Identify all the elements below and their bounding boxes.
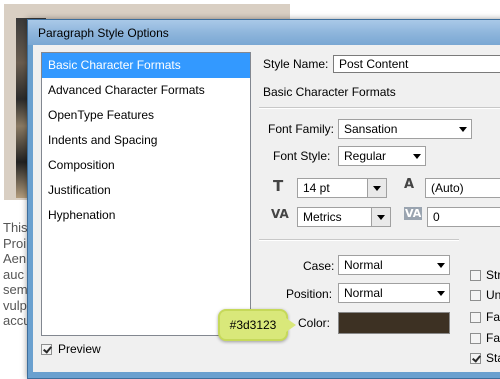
chevron-down-icon	[459, 127, 467, 132]
kerning-icon: VA	[271, 207, 289, 221]
color-callout: #3d3123	[218, 309, 288, 341]
option-checkbox[interactable]	[470, 289, 481, 301]
kerning-dropdown-button[interactable]	[371, 208, 390, 226]
font-family-value: Sansation	[344, 122, 398, 136]
category-hyphenation[interactable]: Hyphenation	[42, 203, 250, 228]
category-opentype-features[interactable]: OpenType Features	[42, 103, 250, 128]
color-swatch[interactable]	[338, 312, 450, 334]
kerning-value: Metrics	[303, 210, 342, 224]
style-name-input[interactable]: Post Content	[333, 55, 500, 73]
font-style-select[interactable]: Regular	[338, 146, 426, 166]
option-label: Sta	[486, 351, 500, 365]
option-checkbox[interactable]	[470, 352, 481, 364]
section-divider	[259, 107, 500, 109]
position-select[interactable]: Normal	[338, 283, 450, 303]
case-value: Normal	[344, 258, 383, 272]
checkbox-option-5[interactable]: Sta	[465, 351, 500, 365]
font-size-dropdown-button[interactable]	[367, 179, 386, 197]
dialog-title: Paragraph Style Options	[38, 26, 169, 40]
tracking-combo[interactable]: 0	[427, 207, 500, 227]
checkbox-option-2[interactable]: Unc	[465, 288, 500, 302]
checkbox-option-1[interactable]: Stri	[465, 268, 500, 282]
preview-label: Preview	[58, 342, 101, 356]
category-list: Basic Character Formats Advanced Charact…	[41, 52, 251, 336]
font-style-value: Regular	[344, 149, 387, 163]
option-checkbox[interactable]	[470, 269, 481, 281]
position-value: Normal	[344, 286, 383, 300]
chevron-down-icon	[437, 291, 445, 296]
option-label: Unc	[486, 288, 500, 302]
category-justification[interactable]: Justification	[42, 178, 250, 203]
font-size-combo[interactable]: 14 pt	[297, 178, 387, 198]
chevron-down-icon	[377, 215, 385, 220]
section-title: Basic Character Formats	[263, 85, 396, 99]
option-label: Fau	[486, 331, 500, 345]
option-label: Fau	[486, 310, 500, 324]
tracking-value: 0	[433, 210, 440, 224]
case-label: Case:	[303, 259, 335, 273]
kerning-combo[interactable]: Metrics	[297, 207, 391, 227]
chevron-down-icon	[413, 154, 421, 159]
option-checkbox[interactable]	[470, 332, 481, 344]
category-basic-character-formats[interactable]: Basic Character Formats	[42, 53, 250, 78]
leading-combo[interactable]: (Auto)	[425, 178, 500, 198]
checkbox-option-4[interactable]: Fau	[465, 331, 500, 345]
leading-icon: A	[404, 177, 415, 192]
style-name-label: Style Name:	[263, 57, 329, 71]
preview-checkbox[interactable]	[41, 343, 52, 355]
chevron-down-icon	[373, 186, 381, 191]
preview-toggle[interactable]: Preview	[41, 341, 101, 357]
font-size-icon: T	[273, 177, 284, 195]
category-indents-and-spacing[interactable]: Indents and Spacing	[42, 128, 250, 153]
font-family-label: Font Family:	[268, 122, 335, 136]
category-composition[interactable]: Composition	[42, 153, 250, 178]
tracking-icon: VA	[404, 207, 423, 220]
option-label: Stri	[486, 268, 500, 282]
case-select[interactable]: Normal	[338, 255, 450, 275]
leading-value: (Auto)	[431, 181, 464, 195]
font-style-label: Font Style:	[273, 149, 331, 163]
font-family-select[interactable]: Sansation	[338, 119, 472, 139]
color-label: Color:	[298, 316, 331, 330]
font-size-value: 14 pt	[303, 181, 330, 195]
dialog-titlebar[interactable]: Paragraph Style Options	[28, 20, 500, 45]
section-divider-2	[259, 239, 459, 241]
category-advanced-character-formats[interactable]: Advanced Character Formats	[42, 78, 250, 103]
color-callout-pointer	[286, 318, 296, 332]
option-checkbox[interactable]	[470, 311, 481, 323]
chevron-down-icon	[437, 263, 445, 268]
checkbox-option-3[interactable]: Fau	[465, 310, 500, 324]
position-label: Position:	[286, 287, 333, 301]
